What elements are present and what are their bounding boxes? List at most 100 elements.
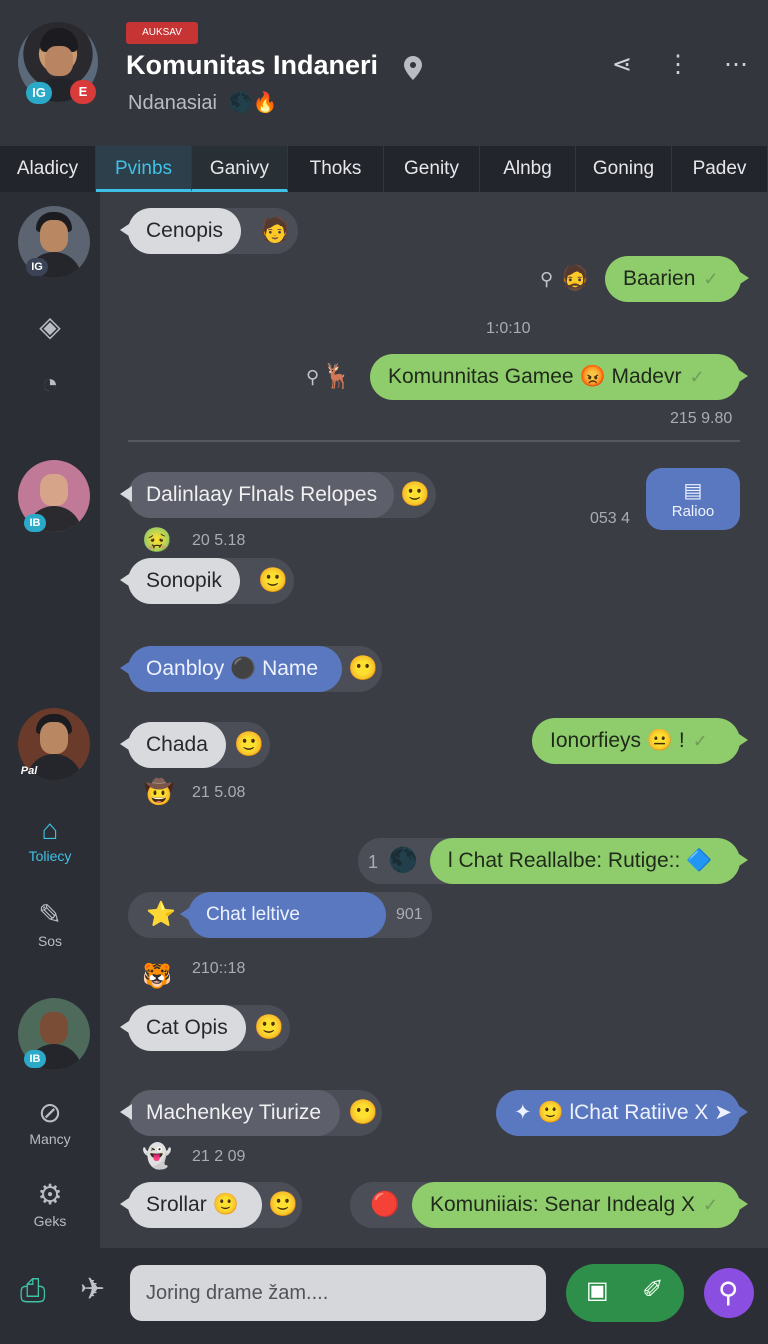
e-badge: E [70,80,96,104]
smile-emoji-icon: 🙂 [400,481,430,508]
tab-pvinbs[interactable]: Pvinbs [96,146,192,192]
share-icon[interactable]: ⋖ [612,50,632,79]
round-emoji-icon: ⚫ [230,657,257,680]
timestamp: 053 4 [590,510,631,527]
timestamp: 21 5.08 [192,784,246,801]
link-icon: ⚲ [540,269,554,289]
tab-alnbg[interactable]: Alnbg [480,146,576,192]
message-text: Oanbloy [146,657,225,680]
smile-emoji-icon: 🙂 [268,1191,298,1218]
timestamp: 210::18 [192,960,246,977]
gamepad-icon: ▣ [586,1277,609,1304]
chat-messages: Cenopis 🧑 ⚲ 🧔 Baarien ✓ 1:0:10 ⚲ 🦌 Komunn… [100,192,768,1248]
member-badge: IG [26,258,48,276]
timestamp: 20 5.18 [192,532,246,549]
timestamp: 901 [396,906,423,923]
message-bubble[interactable]: Komuniiais: Senar Indealg X ✓ [412,1182,748,1228]
sparkle-icon: ✦ [514,1101,532,1124]
message-bubble[interactable]: Chat leltive [180,892,386,938]
monster-emoji-icon: 🔴 [370,1191,400,1218]
attachment-card[interactable]: ▤ Ralioo [646,468,740,530]
sidebar-item-settings[interactable]: ⚙ Geks [0,1178,100,1229]
face-shape [40,1012,68,1044]
tab-goning[interactable]: Goning [576,146,672,192]
timestamp: 1:0:10 [486,320,531,337]
clock-icon: ◔ [41,368,59,399]
tab-thoks[interactable]: Thoks [288,146,384,192]
ghost-emoji-icon: 👻 [142,1143,172,1170]
send-icon: ➤ [714,1101,732,1124]
chat-header: IG E AUKSAV Komunitas Indaneri Ndanasiai… [0,0,768,146]
plane-icon[interactable]: ✈ [80,1272,105,1307]
face-emoji-icon: 😐 [646,729,674,752]
attach-icon[interactable]: ⎙ [20,1272,46,1310]
tab-ganivy[interactable]: Ganivy [192,146,288,192]
sidebar-item-compass[interactable]: ⊘ Mancy [0,1096,100,1147]
face-shape [40,722,68,754]
message-bubble[interactable]: Sonopik [120,558,240,604]
member-label: Pal [20,765,38,777]
route-icon: ◈ [39,311,61,342]
pen-icon: ✐ [642,1274,664,1304]
tab-padev[interactable]: Padev [672,146,768,192]
location-button[interactable]: ⚲ [704,1268,754,1318]
message-input[interactable]: Joring drame žam.... [130,1265,546,1321]
angry-emoji-icon: 😡 [579,365,606,388]
tiger-emoji-icon: 🐯 [142,963,172,990]
smile-emoji-icon: 🙂 [212,1193,239,1216]
message-bubble[interactable]: ✦ 🙂 lChat Ratiive X ➤ [496,1090,748,1136]
message-bubble[interactable]: Baarien ✓ [605,256,749,302]
message-bubble[interactable]: Chada [120,722,226,768]
diamond-emoji-icon: 🔷 [686,849,713,872]
sidebar-item-home[interactable]: ⌂ Toliecy [0,814,100,864]
ghost-emoji-icon: 😶 [348,655,378,682]
more-vertical-icon[interactable]: ⋮ [666,50,690,79]
message-bubble[interactable]: Dalinlaay Flnals Relopes [120,472,394,518]
message-text: Srollar [146,1193,207,1216]
document-icon: ▤ [683,480,703,502]
group-subtitle: Ndanasiai [128,92,217,114]
home-icon: ⌂ [41,814,59,845]
attachment-label: Ralioo [671,503,715,520]
sidebar: IG ◈ ◔ IB Pal ⌂ Toliecy ✎ Sos IB ⊘ Mancy… [0,192,100,1248]
smile-emoji-icon: 🙂 [537,1101,564,1124]
message-text: l Chat Reallalbe: Rutige:: [448,849,681,872]
sidebar-item-label: Mancy [29,1131,71,1147]
divider [128,440,740,442]
smile-emoji-icon: 🙂 [258,567,288,594]
avatar-emoji-icon: 🦌 [322,363,352,390]
timestamp: 21 2 09 [192,1148,246,1165]
sidebar-item-route[interactable]: ◈ [0,310,100,343]
sidebar-item-edit[interactable]: ✎ Sos [0,898,100,949]
message-bubble[interactable]: Oanbloy ⚫ Name [120,646,342,692]
header-tag: AUKSAV [126,22,198,44]
message-text: Komunnitas Gamee [388,365,574,388]
message-bubble[interactable]: Srollar 🙂 [120,1182,262,1228]
message-bubble[interactable]: l Chat Reallalbe: Rutige:: 🔷 [430,838,748,884]
message-bubble[interactable]: Komunnitas Gamee 😡 Madevr ✓ [370,354,748,400]
message-bubble[interactable]: Cenopis [119,208,242,254]
gear-icon: ⚙ [37,1179,63,1210]
voice-button[interactable]: ▣ ✐ [566,1264,684,1322]
message-bubble[interactable]: Cat Opis [120,1005,246,1051]
message-text: Ionorfieys [550,729,642,752]
pin-icon: ⚲ [718,1277,739,1308]
timestamp: 215 9.80 [670,410,733,427]
sidebar-item-clock[interactable]: ◔ [0,368,100,400]
message-text: Baarien [623,267,696,290]
tab-aladicy[interactable]: Aladicy [0,146,96,192]
ghost-emoji-icon: 😶 [348,1099,378,1126]
face-shape [40,474,68,506]
tab-genity[interactable]: Genity [384,146,480,192]
message-text: Madevr [611,365,682,388]
header-actions: ⋖ ⋮ ⋯ [612,50,748,79]
more-horizontal-icon[interactable]: ⋯ [724,50,748,79]
location-pin-icon [404,56,422,80]
read-check-icon: ✓ [703,1195,719,1215]
smile-emoji-icon: 🙂 [254,1014,284,1041]
message-bubble[interactable]: Machenkey Tiurize [120,1090,340,1136]
read-check-icon: ✓ [689,367,705,387]
star-emoji-icon: ⭐ [146,901,176,928]
message-bubble[interactable]: Ionorfieys 😐 ! ✓ [532,718,748,764]
read-check-icon: ✓ [703,269,719,289]
